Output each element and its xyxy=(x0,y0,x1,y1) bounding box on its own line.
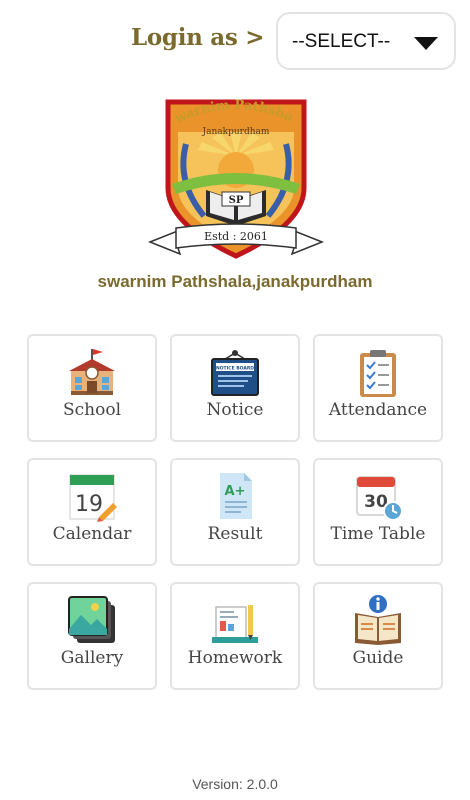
timetable-clock-icon: 30 xyxy=(356,476,403,521)
menu-tile-label: Result xyxy=(207,524,263,544)
logo-sub-text: Janakpurdham xyxy=(202,127,270,137)
menu-tile-guide[interactable]: Guide xyxy=(313,582,443,690)
menu-tile-gallery[interactable]: Gallery xyxy=(27,582,157,690)
logo-monogram: SP xyxy=(229,195,244,206)
menu-tile-label: Calendar xyxy=(52,524,132,544)
menu-tile-result[interactable]: A+ Result xyxy=(170,458,300,566)
role-select-dropdown[interactable]: --SELECT-- xyxy=(276,12,456,70)
result-grade-text: A+ xyxy=(225,484,246,499)
homework-books-icon xyxy=(212,605,258,643)
menu-tile-homework[interactable]: Homework xyxy=(170,582,300,690)
notice-board-icon: NOTICE BOARD xyxy=(211,350,259,396)
app-version: Version: 2.0.0 xyxy=(192,776,278,792)
caret-down-icon xyxy=(414,37,438,50)
menu-tile-attendance[interactable]: Attendance xyxy=(313,334,443,442)
menu-tile-label: Notice xyxy=(206,400,264,420)
calendar-day-text: 19 xyxy=(75,492,103,517)
logo-estd-text: Estd : 2061 xyxy=(204,230,268,243)
school-building-icon xyxy=(69,349,115,395)
gallery-image-icon xyxy=(68,596,115,643)
calendar-icon: 19 xyxy=(69,474,117,522)
menu-tile-notice[interactable]: NOTICE BOARD Notice xyxy=(170,334,300,442)
login-as-label: Login as > xyxy=(131,24,265,51)
school-name: swarnim Pathshala,janakpurdham xyxy=(97,272,373,291)
menu-tile-label: Gallery xyxy=(60,648,124,668)
school-logo: SP Swarnim Pathshala Janakpurdham Estd :… xyxy=(146,92,325,259)
result-document-icon: A+ xyxy=(220,473,252,519)
menu-tile-label: School xyxy=(62,400,122,420)
notice-board-text: NOTICE BOARD xyxy=(216,366,254,372)
role-select-value: --SELECT-- xyxy=(292,31,391,52)
menu-tile-label: Attendance xyxy=(328,400,428,420)
menu-tile-time-table[interactable]: 30 Time Table xyxy=(313,458,443,566)
menu-tile-label: Homework xyxy=(187,648,283,668)
menu-tile-calendar[interactable]: 19 Calendar xyxy=(27,458,157,566)
menu-tile-label: Time Table xyxy=(330,524,426,544)
menu-tile-school[interactable]: School xyxy=(27,334,157,442)
guide-info-book-icon xyxy=(355,595,401,645)
clipboard-checklist-icon xyxy=(360,350,396,397)
menu-tile-label: Guide xyxy=(352,648,404,668)
